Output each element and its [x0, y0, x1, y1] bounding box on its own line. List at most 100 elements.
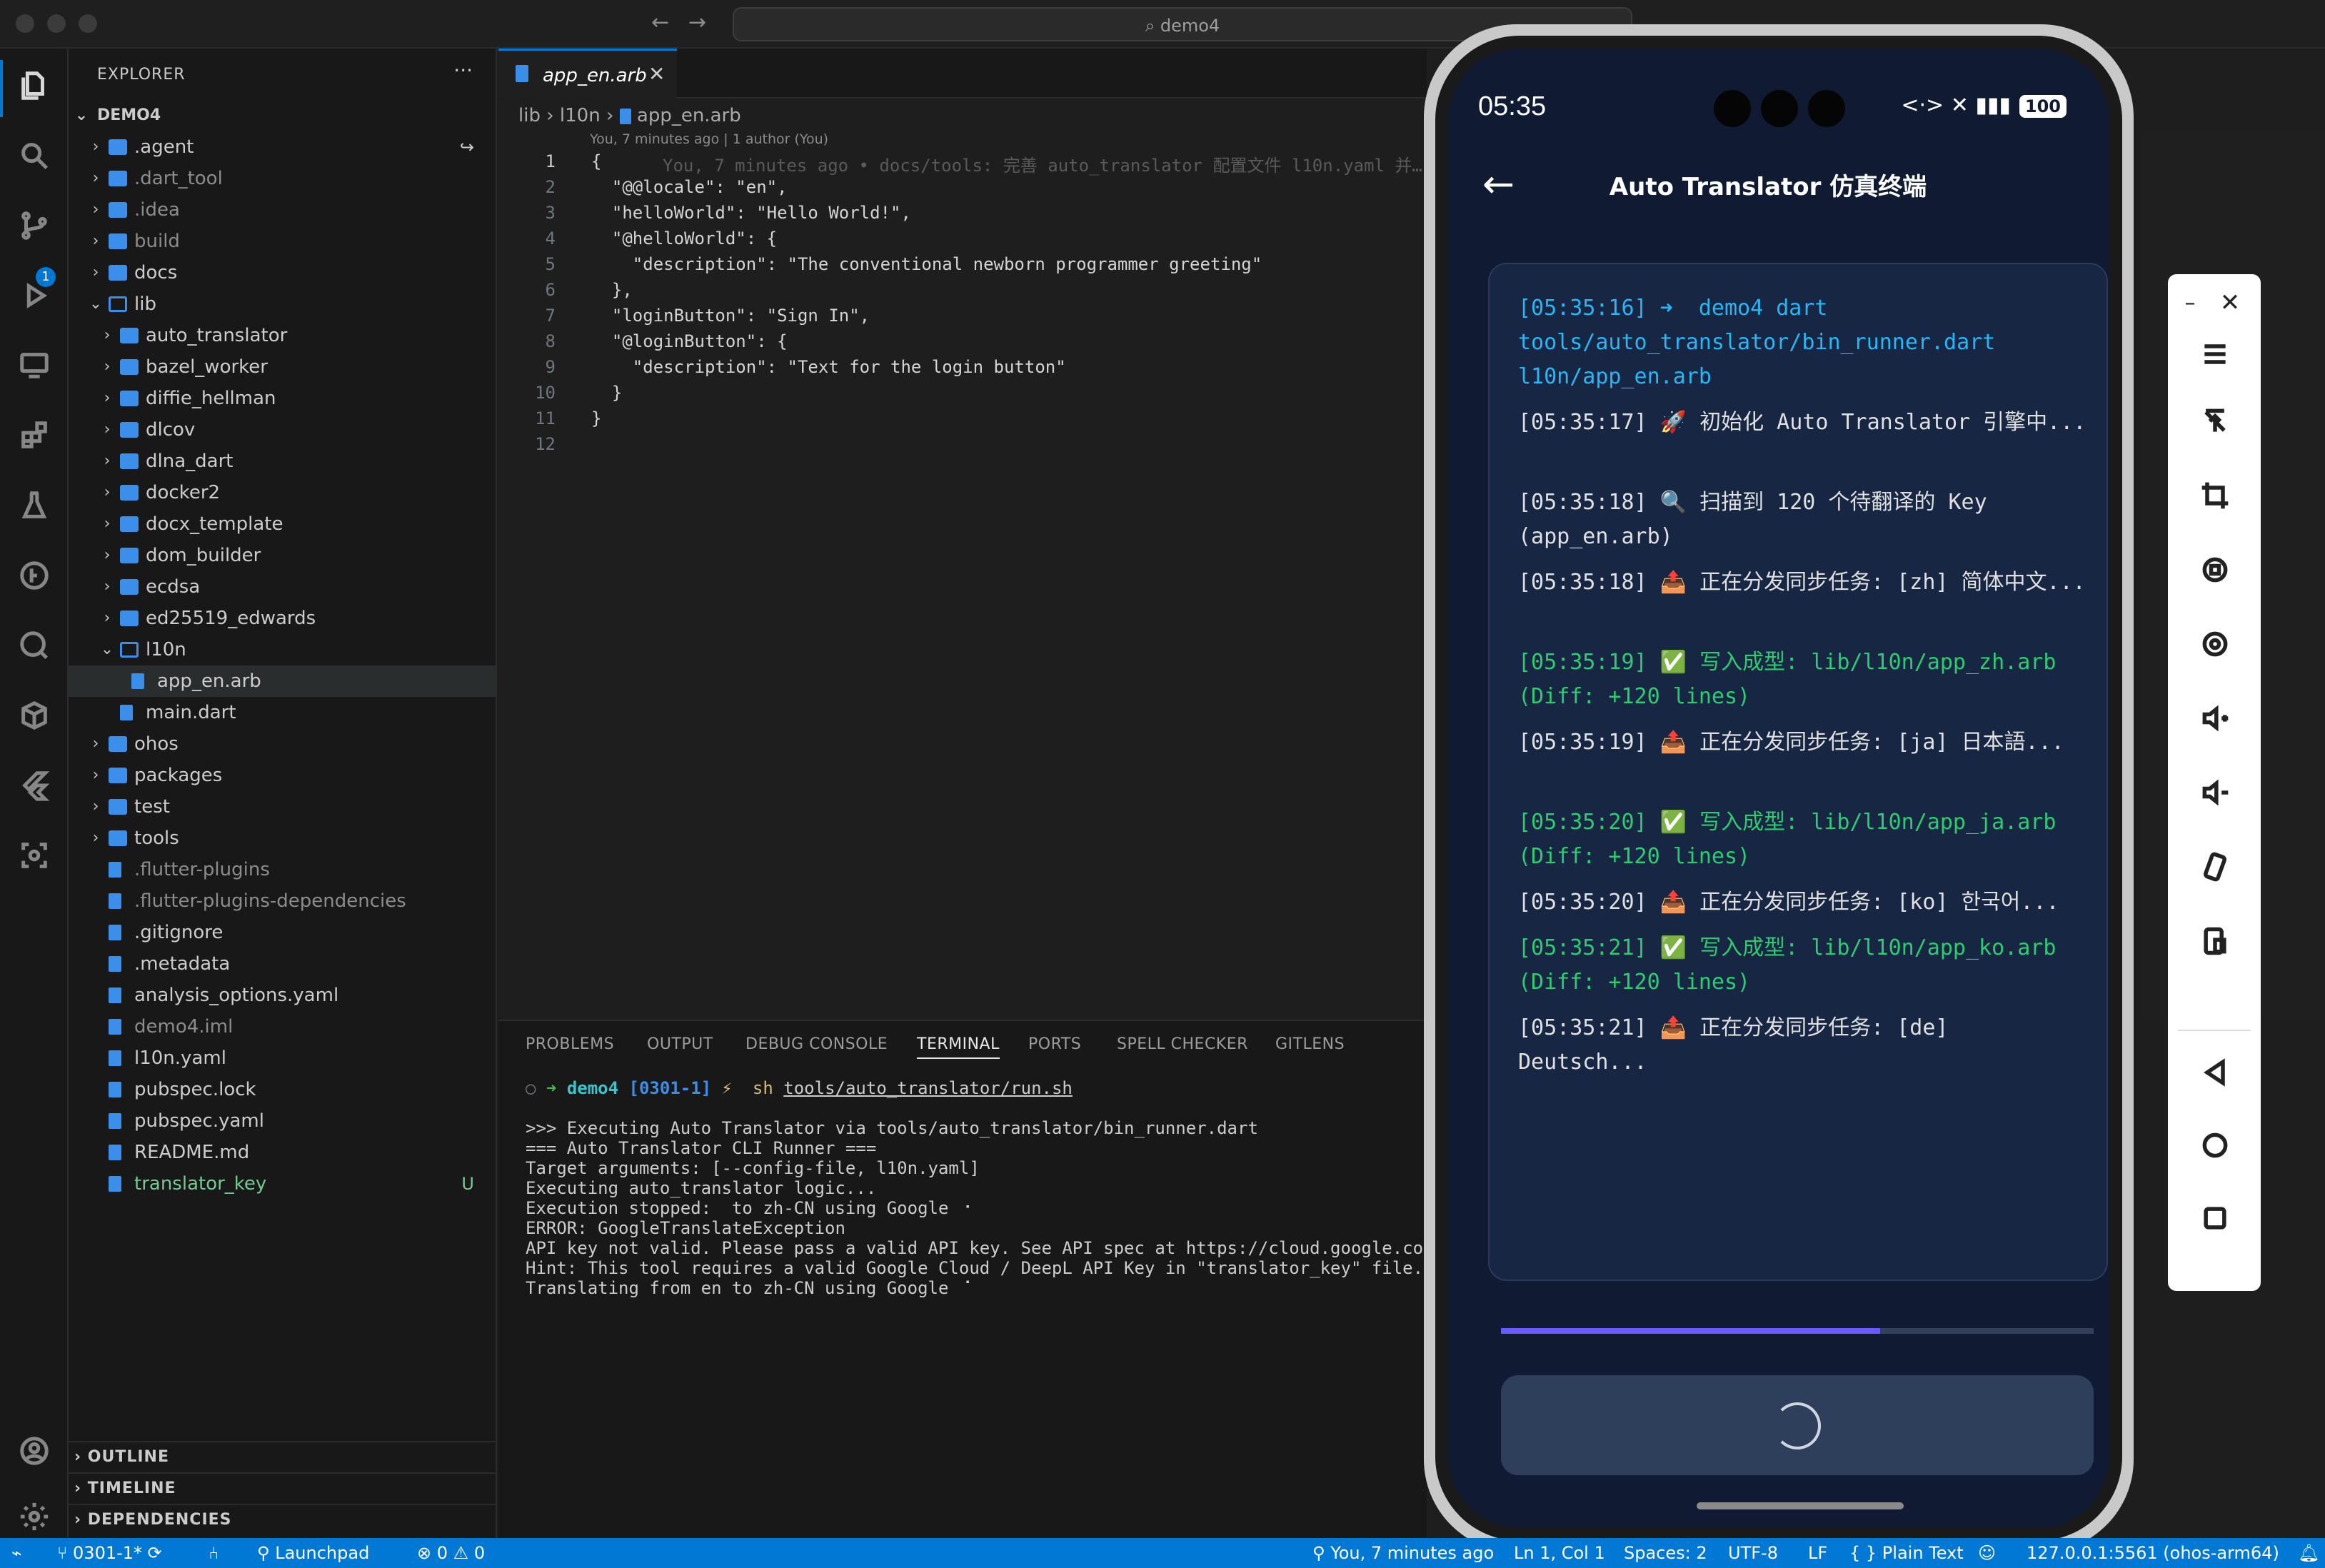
panel-tab-debug-console[interactable]: DEBUG CONSOLE — [745, 1035, 888, 1053]
tree-item[interactable]: pubspec.yaml — [69, 1105, 496, 1137]
tree-item[interactable]: .gitignore — [69, 917, 496, 948]
tree-item[interactable]: › ed25519_edwards — [69, 603, 496, 634]
rotate-device-icon[interactable] — [2186, 838, 2244, 895]
tree-item[interactable]: app_en.arb — [69, 665, 496, 697]
code-line[interactable]: "@loginButton": { — [591, 331, 788, 351]
chevron-right-icon[interactable]: › — [100, 540, 114, 571]
close-icon[interactable]: ✕ — [648, 62, 665, 86]
breadcrumb-l10n[interactable]: l10n — [560, 105, 601, 126]
outline-section[interactable]: › OUTLINE — [69, 1441, 496, 1472]
tree-item[interactable]: › tools — [69, 823, 496, 854]
settings-gear-icon[interactable] — [16, 1498, 53, 1535]
search-icon[interactable] — [16, 137, 53, 174]
testing-icon[interactable] — [16, 487, 53, 524]
overview-square-icon[interactable] — [2186, 1190, 2244, 1247]
tree-item[interactable]: translator_key U — [69, 1168, 496, 1200]
code-line[interactable]: "helloWorld": "Hello World!", — [591, 203, 911, 223]
source-control-icon[interactable] — [16, 207, 53, 244]
chevron-right-icon[interactable]: › — [100, 414, 114, 446]
tree-item[interactable]: main.dart — [69, 697, 496, 728]
tree-item[interactable]: › auto_translator — [69, 320, 496, 351]
chevron-right-icon[interactable]: › — [100, 446, 114, 477]
chevron-right-icon[interactable]: › — [89, 131, 103, 163]
tree-item[interactable]: › bazel_worker — [69, 351, 496, 383]
run-debug-icon[interactable] — [16, 277, 53, 314]
encoding[interactable]: UTF-8 — [1728, 1538, 1778, 1568]
codelens-blame[interactable]: You, 7 minutes ago | 1 author (You) — [590, 131, 828, 147]
code-line[interactable]: } — [591, 383, 622, 403]
panel-tab-ports[interactable]: PORTS — [1028, 1035, 1081, 1053]
notifications-icon[interactable]: 🔔︎ — [2298, 1538, 2319, 1568]
remote-icon[interactable]: ⌁ — [11, 1538, 21, 1568]
cursor-position[interactable]: Ln 1, Col 1 — [1514, 1538, 1605, 1568]
chevron-right-icon[interactable]: › — [100, 508, 114, 540]
pin-off-icon[interactable] — [2186, 393, 2244, 450]
chevron-right-icon[interactable]: › — [89, 823, 103, 854]
code-line[interactable]: "description": "Text for the login butto… — [591, 357, 1066, 377]
code-line[interactable]: } — [591, 408, 601, 428]
gitlens-icon[interactable] — [16, 557, 53, 594]
tab-app-en-arb[interactable]: app_en.arb ✕ — [498, 49, 677, 99]
crop-icon[interactable] — [2186, 467, 2244, 524]
problems-item[interactable]: ⊗ 0 ⚠ 0 — [417, 1538, 485, 1568]
close-window-button[interactable] — [16, 14, 34, 33]
code-line[interactable]: { — [591, 151, 601, 171]
tree-item[interactable]: › .dart_tool — [69, 163, 496, 194]
chevron-right-icon[interactable]: › — [100, 320, 114, 351]
tree-item[interactable]: › docx_template — [69, 508, 496, 540]
tree-item[interactable]: › ecdsa — [69, 571, 496, 603]
tree-item[interactable]: › docker2 — [69, 477, 496, 508]
fold-device-icon[interactable] — [2186, 913, 2244, 970]
menu-icon[interactable] — [2186, 326, 2244, 383]
chevron-right-icon[interactable]: › — [100, 571, 114, 603]
device-selector[interactable]: 127.0.0.1:5561 (ohos-arm64) — [2027, 1538, 2279, 1568]
tree-item[interactable]: ⌄ l10n — [69, 634, 496, 665]
volume-up-icon[interactable] — [2186, 690, 2244, 747]
blame-item[interactable]: ⚲ You, 7 minutes ago — [1312, 1538, 1494, 1568]
explorer-icon[interactable] — [16, 67, 53, 104]
home-indicator[interactable] — [1697, 1502, 1904, 1509]
chevron-right-icon[interactable]: › — [100, 477, 114, 508]
tree-item[interactable]: pubspec.lock — [69, 1074, 496, 1105]
volume-down-icon[interactable] — [2186, 764, 2244, 821]
tree-item[interactable]: ⌄ lib — [69, 288, 496, 320]
chevron-down-icon[interactable]: ⌄ — [100, 634, 114, 665]
copilot-icon[interactable]: ☺ — [1978, 1538, 1996, 1568]
minimize-icon[interactable]: – — [2172, 274, 2208, 331]
extensions-icon[interactable] — [16, 417, 53, 454]
tree-item[interactable]: › .agent ↪ — [69, 131, 496, 163]
more-actions-button[interactable]: ··· — [453, 59, 473, 82]
panel-tab-spell-checker[interactable]: SPELL CHECKER — [1117, 1035, 1248, 1053]
forward-arrow-icon[interactable]: → — [688, 10, 706, 35]
launchpad-item[interactable]: ⚲ Launchpad — [257, 1538, 369, 1568]
code-line[interactable]: "@helloWorld": { — [591, 228, 777, 248]
chevron-right-icon[interactable]: › — [89, 760, 103, 791]
language-mode[interactable]: { } Plain Text — [1849, 1538, 1964, 1568]
tree-item[interactable]: › docs — [69, 257, 496, 288]
panel-tab-gitlens[interactable]: GITLENS — [1275, 1035, 1345, 1053]
flutter-icon[interactable] — [16, 767, 53, 804]
tree-item[interactable]: .flutter-plugins-dependencies — [69, 885, 496, 917]
tree-item[interactable]: › build — [69, 226, 496, 257]
tree-item[interactable]: › diffie_hellman — [69, 383, 496, 414]
phone-screen[interactable]: 05:35 <·> ✕ ▮▮▮ 100 ← Auto Translator 仿真终… — [1448, 49, 2109, 1528]
tree-item[interactable]: README.md — [69, 1137, 496, 1168]
rotate-left-icon[interactable] — [2186, 541, 2244, 598]
code-line[interactable]: "description": "The conventional newborn… — [591, 254, 1262, 274]
tree-item[interactable]: › test — [69, 791, 496, 823]
tree-item[interactable]: demo4.iml — [69, 1011, 496, 1042]
containers-icon[interactable] — [16, 697, 53, 734]
back-triangle-icon[interactable] — [2186, 1044, 2244, 1101]
tree-item[interactable]: › ohos — [69, 728, 496, 760]
run-button[interactable] — [1501, 1375, 2094, 1475]
code-line[interactable]: "loginButton": "Sign In", — [591, 306, 870, 326]
panel-tab-output[interactable]: OUTPUT — [647, 1035, 713, 1053]
indentation[interactable]: Spaces: 2 — [1624, 1538, 1707, 1568]
maximize-window-button[interactable] — [79, 14, 97, 33]
graph-icon[interactable]: ⑃ — [209, 1538, 219, 1568]
breadcrumb-lib[interactable]: lib — [518, 105, 541, 126]
chevron-right-icon[interactable]: › — [100, 351, 114, 383]
remote-explorer-icon[interactable] — [16, 347, 53, 384]
chevron-right-icon[interactable]: › — [89, 226, 103, 257]
chevron-right-icon[interactable]: › — [89, 194, 103, 226]
